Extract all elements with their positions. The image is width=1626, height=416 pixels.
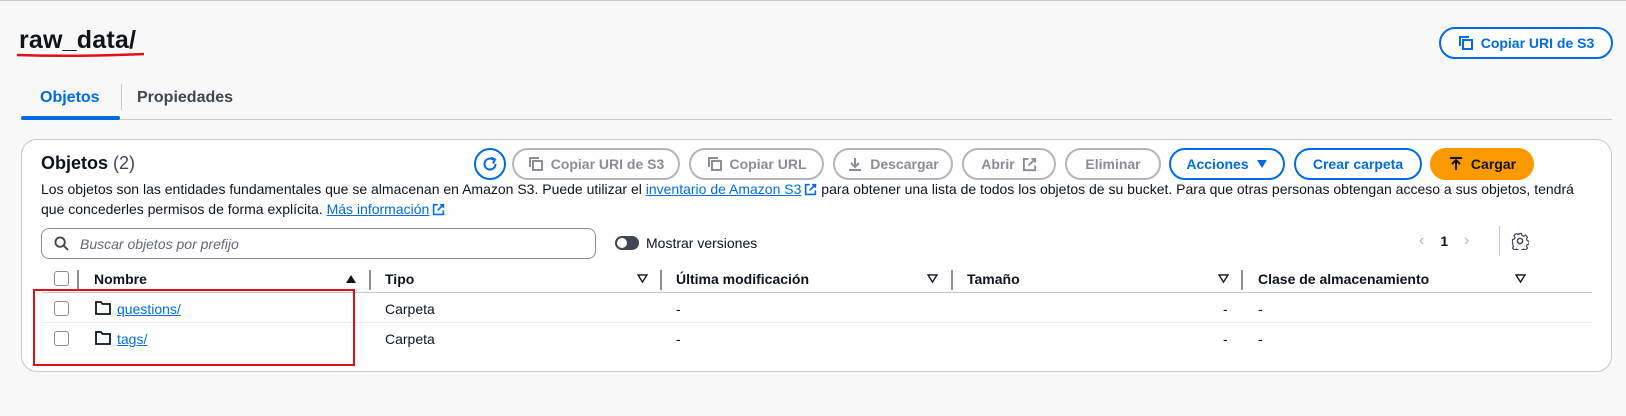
create-folder-button[interactable]: Crear carpeta [1294,148,1422,180]
search-box [41,228,596,259]
show-versions-label: Mostrar versiones [646,235,758,251]
objects-description: Los objetos son las entidades fundamenta… [41,179,1591,219]
download-icon [849,158,862,171]
external-link-icon [805,183,817,196]
search-input[interactable] [78,234,578,253]
column-header-type[interactable]: Tipo [385,271,414,287]
caret-down-icon [1256,160,1267,168]
external-link-icon [1022,157,1036,171]
sort-icon[interactable] [927,274,938,283]
current-page[interactable]: 1 [1440,233,1448,249]
object-storage-class: - [1258,301,1263,317]
inventory-link[interactable]: inventario de Amazon S3 [646,181,802,197]
sort-icon[interactable] [637,274,648,283]
refresh-icon [483,156,497,171]
object-storage-class: - [1258,331,1263,347]
show-versions-toggle[interactable] [615,236,639,250]
copy-icon [528,157,543,171]
objects-count: (2) [113,153,136,173]
copy-s3-uri-button[interactable]: Copiar URI de S3 [1439,27,1613,59]
object-size: - [1223,331,1228,347]
pagination-divider [1499,226,1500,256]
delete-label: Eliminar [1085,156,1141,172]
copy-s3-uri-toolbar-button[interactable]: Copiar URI de S3 [512,148,680,180]
object-last-modified: - [676,331,681,347]
column-divider [951,270,953,290]
description-text-1: Los objetos son las entidades fundamenta… [41,181,646,197]
refresh-button[interactable] [474,148,506,180]
object-size: - [1223,301,1228,317]
column-divider [77,270,79,290]
objects-heading: Objetos (2) [41,153,135,174]
create-folder-label: Crear carpeta [1312,156,1404,172]
gear-icon[interactable] [1511,232,1529,250]
actions-dropdown[interactable]: Acciones [1169,148,1285,180]
top-border [0,0,1626,1]
column-divider [1241,270,1243,290]
column-divider [369,270,371,290]
column-header-size[interactable]: Tamaño [967,271,1020,287]
more-info-link[interactable]: Más información [327,201,430,217]
objects-title: Objetos [41,153,109,173]
sort-icon[interactable] [1515,274,1526,283]
pagination: ‹ 1 › [1419,232,1469,250]
search-icon [54,236,69,251]
column-header-name[interactable]: Nombre [94,271,147,287]
download-button[interactable]: Descargar [833,148,953,180]
actions-label: Acciones [1186,156,1249,172]
external-link-icon [433,203,445,216]
tab-objects[interactable]: Objetos [40,89,100,107]
open-label: Abrir [981,156,1015,172]
upload-label: Cargar [1470,156,1517,172]
tab-active-indicator [21,116,120,120]
copy-s3-uri-toolbar-label: Copiar URI de S3 [550,156,665,172]
previous-page-icon[interactable]: ‹ [1419,232,1424,250]
copy-url-button[interactable]: Copiar URL [689,148,824,180]
column-header-last-modified[interactable]: Última modificación [676,271,809,287]
annotation-highlight-box [33,289,355,366]
upload-icon [1449,157,1462,170]
page-title: raw_data/ [19,26,137,54]
copy-icon [1458,36,1473,50]
next-page-icon[interactable]: › [1464,232,1469,250]
copy-s3-uri-label: Copiar URI de S3 [1480,35,1595,51]
tab-bar: Objetos Propiedades [21,80,1612,120]
sort-ascending-icon[interactable] [345,274,357,284]
column-header-storage-class[interactable]: Clase de almacenamiento [1258,271,1429,287]
upload-button[interactable]: Cargar [1430,148,1534,180]
sort-icon[interactable] [1218,274,1229,283]
tab-divider [121,84,122,110]
annotation-underline [16,52,145,58]
select-all-checkbox[interactable] [54,271,69,286]
object-type: Carpeta [385,331,435,347]
object-last-modified: - [676,301,681,317]
open-button[interactable]: Abrir [962,148,1056,180]
download-label: Descargar [870,156,939,172]
tab-properties[interactable]: Propiedades [137,89,233,107]
object-type: Carpeta [385,301,435,317]
delete-button[interactable]: Eliminar [1065,148,1161,180]
column-divider [660,270,662,290]
copy-url-label: Copiar URL [729,156,807,172]
copy-icon [707,157,722,171]
